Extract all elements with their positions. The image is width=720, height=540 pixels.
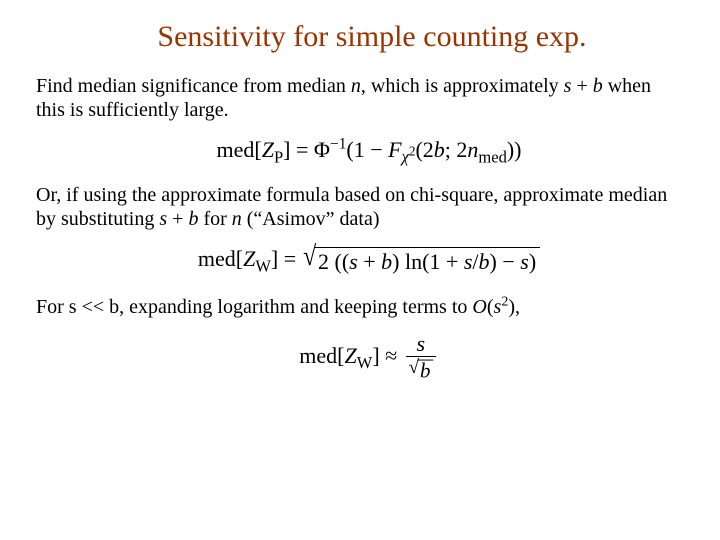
- text: (2: [415, 137, 433, 162]
- med-op: med: [198, 246, 236, 271]
- paragraph-2: Or, if using the approximate formula bas…: [36, 183, 684, 232]
- sub-P: P: [274, 147, 283, 166]
- sqrt-sign-icon: √: [408, 358, 418, 377]
- sqrt-sign-icon: √: [303, 243, 316, 271]
- sqrt: √2 ((s + b) ln(1 + s/b) − s): [302, 247, 541, 275]
- text: ; 2: [445, 137, 468, 162]
- var-Z: Z: [243, 246, 255, 271]
- slide-title: Sensitivity for simple counting exp.: [36, 20, 684, 54]
- text: ),: [508, 296, 520, 318]
- big-O: O: [472, 296, 486, 318]
- inv: −1: [330, 135, 346, 152]
- var-n: n: [232, 208, 242, 230]
- formula-1: med[ZP] = Φ−1(1 − Fχ2(2b; 2nmed)): [36, 137, 684, 163]
- paragraph-3: For s << b, expanding logarithm and keep…: [36, 295, 684, 319]
- var-Z: Z: [345, 343, 357, 368]
- text: ): [529, 249, 536, 274]
- text: ) −: [490, 249, 521, 274]
- text: for: [198, 208, 231, 230]
- text: ) ln(1 +: [392, 249, 464, 274]
- sub-W: W: [357, 353, 373, 372]
- text: For s << b, expanding logarithm and keep…: [36, 296, 472, 318]
- text: (: [487, 296, 494, 318]
- fraction: s√b: [406, 333, 436, 382]
- var-b: b: [381, 249, 392, 274]
- sub-W: W: [255, 256, 271, 275]
- paragraph-1: Find median significance from median n, …: [36, 74, 684, 123]
- text: 2 ((: [318, 249, 349, 274]
- var-s: s: [520, 249, 529, 274]
- var-b: b: [593, 75, 603, 97]
- text: (1 −: [346, 137, 388, 162]
- text: , which is approximately: [361, 75, 564, 97]
- text: (“Asimov” data): [242, 208, 380, 230]
- var-n: n: [351, 75, 361, 97]
- var-b: b: [434, 137, 445, 162]
- var-b: b: [420, 359, 430, 383]
- text: +: [571, 75, 592, 97]
- eq: =: [291, 137, 314, 162]
- text: +: [167, 208, 188, 230]
- numerator: s: [414, 333, 427, 356]
- chi: χ: [402, 147, 409, 166]
- text: +: [358, 249, 381, 274]
- approx: ≈: [380, 343, 403, 368]
- var-s: s: [159, 208, 167, 230]
- text: )): [507, 137, 522, 162]
- med-op: med: [299, 343, 337, 368]
- eq: =: [278, 246, 301, 271]
- sub-med: med: [478, 147, 506, 166]
- var-Z: Z: [262, 137, 274, 162]
- var-n: n: [467, 137, 478, 162]
- text: Find median significance from median: [36, 75, 351, 97]
- F: F: [388, 137, 401, 162]
- med-op: med: [217, 137, 255, 162]
- var-b: b: [479, 249, 490, 274]
- formula-2: med[ZW] = √2 ((s + b) ln(1 + s/b) − s): [36, 246, 684, 275]
- formula-3: med[ZW] ≈ s√b: [36, 333, 684, 382]
- var-b: b: [188, 208, 198, 230]
- denominator: √b: [406, 357, 436, 382]
- var-s: s: [349, 249, 358, 274]
- phi: Φ: [314, 137, 330, 162]
